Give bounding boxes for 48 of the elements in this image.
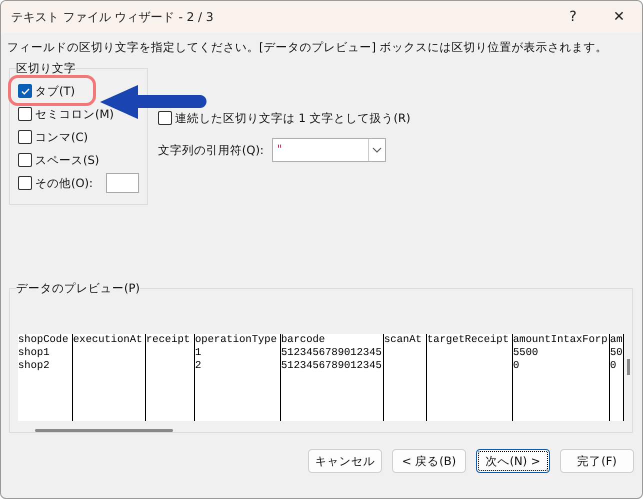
window-title: テキスト ファイル ウィザード - 2 / 3 <box>11 8 215 26</box>
table-cell-text: 5500 <box>513 347 540 360</box>
group-label: データのプレビュー(P) <box>16 281 140 296</box>
table-cell-text: executionAt <box>73 334 144 347</box>
table-cell-text: scanAt <box>384 334 423 347</box>
table-cell: 50 <box>610 347 623 360</box>
help-button[interactable]: ? <box>550 1 596 33</box>
table-cell-text: shopCode <box>18 334 70 347</box>
checkbox[interactable] <box>18 130 32 144</box>
table-cell: amountIntaxForp <box>513 334 609 347</box>
checkbox[interactable] <box>18 176 32 190</box>
table-cell-text: barcode <box>281 334 326 347</box>
table-cell: am <box>610 334 623 347</box>
table-cell-text: operationType <box>195 334 278 347</box>
checkbox[interactable] <box>158 111 172 125</box>
table-cell-text: 0 <box>513 360 520 373</box>
chevron-down-icon <box>372 147 382 153</box>
checkbox-label: その他(O): <box>35 176 93 190</box>
scrollbar-thumb[interactable] <box>35 429 173 432</box>
dialog-button[interactable]: 次へ(N) > <box>476 449 550 473</box>
dialog-button[interactable]: < 戻る(B) <box>392 449 466 473</box>
table-cell-text: receipt <box>146 334 192 347</box>
quote-label: 文字列の引用符(Q): <box>158 142 264 158</box>
table-cell-text: shop2 <box>18 360 51 373</box>
table-cell-text: 0 <box>610 360 618 373</box>
check-icon <box>20 86 30 96</box>
checkbox-label: コンマ(C) <box>35 130 88 144</box>
scrollbar-thumb[interactable] <box>627 359 630 375</box>
checkbox-label: セミコロン(M) <box>35 106 114 122</box>
dialog-button[interactable]: 完了(F) <box>560 449 634 473</box>
checkbox-label: 連続した区切り文字は 1 文字として扱う(R) <box>174 110 410 126</box>
checkbox-label: スペース(S) <box>35 152 100 168</box>
table-cell-text: 2 <box>195 360 202 373</box>
checkbox[interactable] <box>18 84 32 98</box>
table-cell: 5123456789012345 <box>281 347 383 360</box>
checkbox-label: タブ(T) <box>35 84 75 98</box>
table-cell-text: shop1 <box>18 347 51 360</box>
quote-dropdown[interactable]: " <box>272 138 386 162</box>
group-label: 区切り文字 <box>16 61 76 76</box>
dialog-button[interactable]: キャンセル <box>308 449 382 473</box>
instruction-text: フィールドの区切り文字を指定してください。[データのプレビュー] ボックスには区切り位置が表示されます。 <box>6 39 609 55</box>
close-button[interactable]: ✕ <box>596 1 642 33</box>
checkbox[interactable] <box>18 107 32 121</box>
table-cell: 5123456789012345 <box>281 360 383 373</box>
checkbox[interactable] <box>18 153 32 167</box>
table-cell-text: targetReceipt <box>427 334 510 347</box>
table-cell-text: 1 <box>195 347 202 360</box>
other-delimiter-field[interactable] <box>106 173 139 193</box>
